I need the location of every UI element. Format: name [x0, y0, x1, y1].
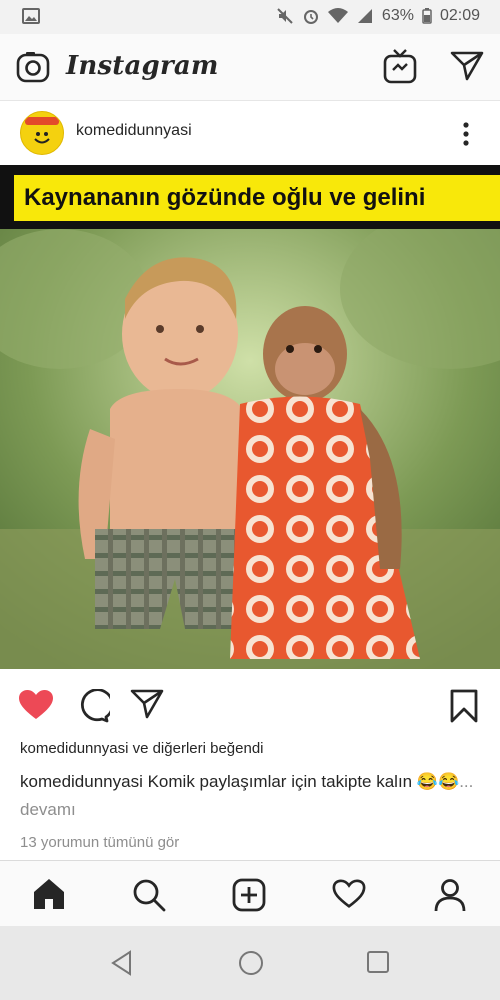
alarm-icon — [302, 7, 320, 25]
search-icon[interactable] — [132, 878, 166, 917]
status-bar: 63% 02:09 — [0, 0, 500, 34]
wifi-icon — [327, 8, 348, 24]
igtv-icon[interactable] — [383, 48, 417, 89]
signal-icon — [356, 8, 374, 24]
avatar[interactable] — [20, 111, 64, 155]
back-icon[interactable] — [110, 950, 134, 981]
bottom-navigation — [0, 860, 500, 927]
mute-icon — [276, 7, 294, 25]
image-caption-banner: Kaynananın gözünde oğlu ve gelini — [0, 165, 500, 229]
more-options-icon[interactable] — [462, 121, 470, 152]
image-caption-text: Kaynananın gözünde oğlu ve gelini — [14, 175, 500, 221]
new-post-icon[interactable] — [232, 878, 266, 917]
gallery-notification-icon — [22, 8, 40, 29]
likes-connector: ve — [132, 740, 149, 757]
bookmark-icon[interactable] — [450, 689, 478, 728]
post-actions — [0, 669, 500, 739]
home-icon[interactable] — [32, 878, 66, 915]
post-header: komedidunnyasi — [0, 101, 500, 165]
recent-apps-icon[interactable] — [366, 950, 390, 979]
camera-icon[interactable] — [16, 51, 50, 88]
post-caption: komedidunnyasi Komik paylaşımlar için ta… — [20, 768, 480, 824]
post-username[interactable]: komedidunnyasi — [76, 122, 192, 140]
comment-icon[interactable] — [76, 688, 114, 728]
likes-others[interactable]: diğerleri — [153, 740, 206, 757]
battery-icon — [422, 8, 432, 24]
share-icon[interactable] — [130, 689, 164, 726]
instagram-logo: Instagram — [66, 51, 219, 81]
clock: 02:09 — [439, 7, 480, 24]
direct-message-icon[interactable] — [450, 51, 484, 86]
activity-heart-icon[interactable] — [332, 878, 366, 915]
photo-child-and-monkey — [0, 229, 500, 669]
likes-verb: beğendi — [210, 740, 264, 757]
battery-percent: 63% — [381, 7, 414, 24]
likes-summary[interactable]: komedidunnyasi ve diğerleri beğendi — [20, 740, 264, 757]
likes-user[interactable]: komedidunnyasi — [20, 740, 128, 757]
caption-username[interactable]: komedidunnyasi — [20, 772, 143, 791]
app-header: Instagram — [0, 34, 500, 101]
view-all-comments-link[interactable]: 13 yorumun tümünü gör — [20, 834, 179, 851]
profile-icon[interactable] — [433, 878, 467, 917]
home-button-icon[interactable] — [238, 950, 264, 981]
system-navigation-bar — [0, 926, 500, 1000]
like-heart-icon[interactable] — [18, 689, 54, 726]
caption-text: Komik paylaşımlar için takipte kalın 😂😂 — [147, 772, 460, 791]
post-image[interactable]: Kaynananın gözünde oğlu ve gelini — [0, 165, 500, 669]
